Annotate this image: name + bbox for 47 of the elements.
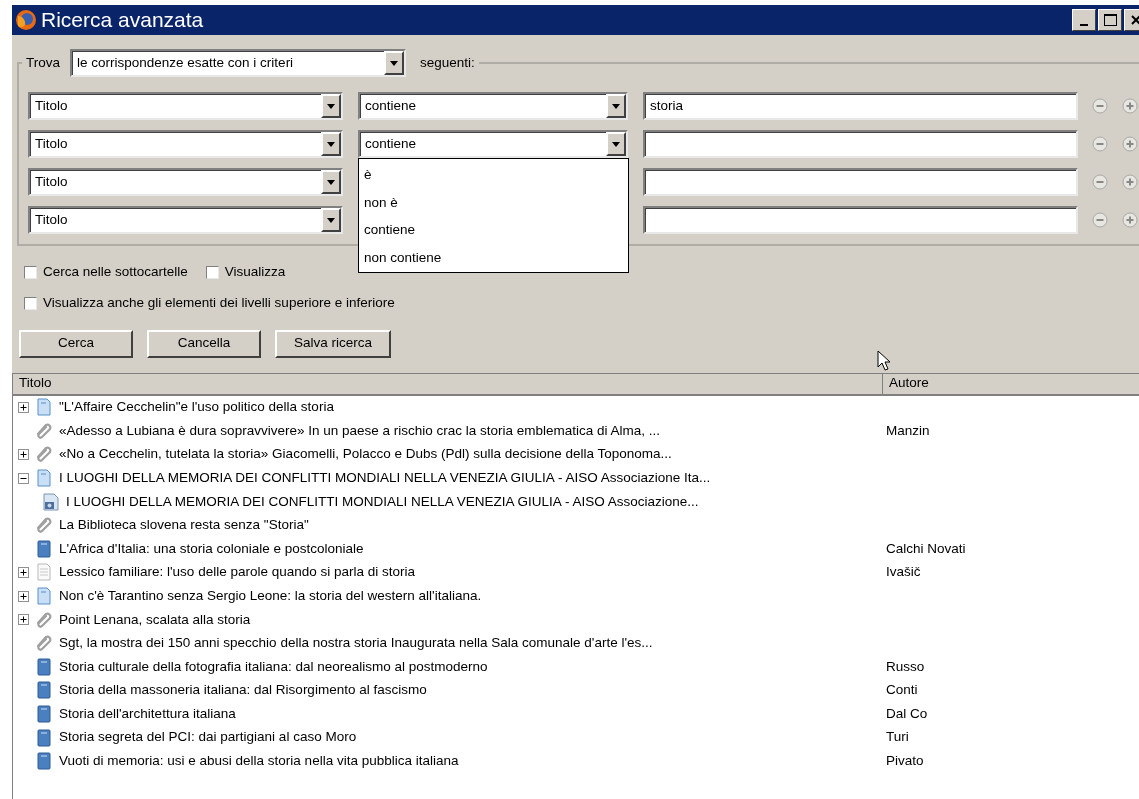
action-button[interactable]: Salva ricerca	[275, 329, 391, 358]
result-title: La Biblioteca slovena resta senza "Storia"	[59, 516, 309, 535]
result-author: Ivašič	[885, 563, 921, 582]
menu-option[interactable]: non contiene	[364, 243, 628, 271]
result-author: Manzin	[885, 421, 930, 440]
operator-select[interactable]: contiene	[358, 130, 628, 158]
result-title: Storia dell'architettura italiana	[59, 704, 236, 723]
result-title: Non c'è Tarantino senza Sergio Leone: la storia del western all'italiana.	[59, 586, 482, 605]
field-select[interactable]: Titolo	[28, 130, 343, 158]
window-title: Ricerca avanzata	[41, 7, 204, 34]
field-select[interactable]: Titolo	[28, 92, 343, 120]
result-author: Turi	[885, 728, 909, 747]
result-title: «Adesso a Lubiana è dura sopravvivere» In un paese a rischio crac la storia emblematica di Alma, ...	[59, 421, 661, 440]
result-title: "L'Affaire Cecchelin"e l'uso politico della storia	[59, 398, 334, 417]
find-label: Trova	[26, 53, 60, 72]
menu-option[interactable]: è	[364, 161, 628, 189]
result-author: Pivato	[885, 752, 924, 771]
operator-select[interactable]: contiene	[358, 92, 628, 120]
menu-option[interactable]: non è	[364, 188, 628, 216]
result-title: Sgt, la mostra dei 150 anni specchio della nostra storia Inaugurata nella Sala comunale d'arte l'es...	[59, 634, 653, 653]
result-author: Calchi Novati	[885, 539, 966, 558]
result-title: Lessico familiare: l'uso delle parole quando si parla di storia	[59, 563, 416, 582]
result-title: L'Africa d'Italia: una storia coloniale e postcoloniale	[59, 539, 364, 558]
result-title: Storia segreta del PCI: dai partigiani al caso Moro	[59, 728, 357, 747]
match-select[interactable]: le corrispondenze esatte con i criteri	[70, 49, 406, 77]
checkbox-label: Visualizza anche gli elementi dei livelli superiore e inferiore	[43, 294, 395, 313]
checkbox-label: Cerca nelle sottocartelle	[43, 263, 188, 281]
field-select[interactable]: Titolo	[28, 206, 343, 234]
field-select[interactable]: Titolo	[28, 168, 343, 196]
result-title: Point Lenana, scalata alla storia	[59, 610, 251, 629]
action-button[interactable]: Cancella	[147, 329, 261, 358]
result-title: Storia culturale della fotografia italiana: dal neorealismo al postmoderno	[59, 657, 488, 676]
value-input[interactable]: storia	[643, 92, 1078, 120]
column-header[interactable]: Titolo	[13, 373, 883, 394]
find-suffix: seguenti:	[419, 53, 475, 72]
result-author: Dal Co	[885, 704, 928, 723]
action-button[interactable]: Cerca	[19, 329, 133, 358]
result-title: «No a Cecchelin, tutelata la storia» Giacomelli, Polacco e Dubs (Pdl) sulla decisione della Toponoma...	[59, 445, 672, 464]
result-author: Russo	[885, 657, 925, 676]
result-title: Storia della massoneria italiana: dal Risorgimento al fascismo	[59, 681, 427, 700]
menu-option[interactable]: contiene	[364, 216, 628, 244]
checkbox-label: Visualizza	[224, 263, 286, 281]
result-title: I LUOGHI DELLA MEMORIA DEI CONFLITTI MONDIALI NELLA VENEZIA GIULIA - AISO Associazione...	[66, 492, 699, 511]
column-header[interactable]: Autore	[883, 373, 1139, 394]
result-author: Conti	[885, 681, 918, 700]
result-title: Vuoti di memoria: usi e abusi della storia nella vita pubblica italiana	[59, 752, 459, 771]
result-title: I LUOGHI DELLA MEMORIA DEI CONFLITTI MONDIALI NELLA VENEZIA GIULIA - AISO Associazione Ita...	[59, 468, 711, 487]
